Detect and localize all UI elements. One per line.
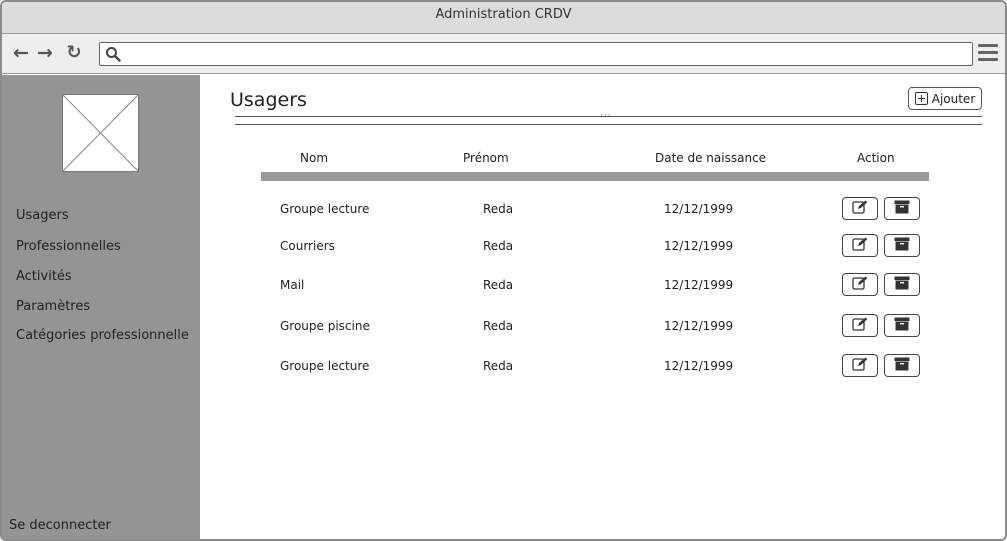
cell-prenom: Reda <box>483 359 514 373</box>
archive-button[interactable] <box>884 354 920 377</box>
address-bar[interactable] <box>99 42 973 66</box>
cell-nom: Courriers <box>280 239 335 253</box>
ellipsis-icon: ··· <box>600 111 612 121</box>
page-title: Usagers <box>230 89 307 111</box>
app-window: Administration CRDV ← → ↻ Usagers Profes… <box>0 0 1007 541</box>
search-icon <box>106 47 121 62</box>
archive-icon <box>894 317 910 335</box>
archive-icon <box>894 200 910 218</box>
cell-date: 12/12/1999 <box>664 359 734 373</box>
archive-icon <box>894 276 910 294</box>
cell-prenom: Reda <box>483 239 514 253</box>
column-header-prenom[interactable]: Prénom <box>463 151 509 165</box>
sidebar-item-usagers[interactable]: Usagers <box>16 208 69 223</box>
cell-date: 12/12/1999 <box>664 319 734 333</box>
edit-icon <box>852 200 868 218</box>
cell-date: 12/12/1999 <box>664 278 734 292</box>
sidebar-item-parametres[interactable]: Paramètres <box>16 299 90 314</box>
column-header-action: Action <box>857 151 895 165</box>
hamburger-menu-icon[interactable] <box>978 44 998 62</box>
archive-button[interactable] <box>884 234 920 257</box>
cell-nom: Groupe lecture <box>280 359 370 373</box>
archive-button[interactable] <box>884 197 920 220</box>
sidebar-item-activites[interactable]: Activités <box>16 269 72 284</box>
reload-icon[interactable]: ↻ <box>63 42 85 64</box>
edit-button[interactable] <box>842 234 878 257</box>
edit-button[interactable] <box>842 197 878 220</box>
arrow-right-icon[interactable]: → <box>34 42 56 64</box>
add-button[interactable]: Ajouter <box>908 87 982 110</box>
cell-nom: Groupe lecture <box>280 202 370 216</box>
logout-link[interactable]: Se deconnecter <box>9 518 111 533</box>
main-content: Usagers Ajouter ··· Nom Prénom Date de n… <box>200 75 1005 539</box>
edit-button[interactable] <box>842 314 878 337</box>
edit-button[interactable] <box>842 273 878 296</box>
archive-icon <box>894 237 910 255</box>
archive-button[interactable] <box>884 314 920 337</box>
add-button-label: Ajouter <box>931 91 976 106</box>
edit-icon <box>852 357 868 375</box>
window-title: Administration CRDV <box>2 2 1005 34</box>
edit-icon <box>852 276 868 294</box>
cell-date: 12/12/1999 <box>664 202 734 216</box>
column-header-nom[interactable]: Nom <box>300 151 328 165</box>
cell-nom: Mail <box>280 278 305 292</box>
cell-nom: Groupe piscine <box>280 319 370 333</box>
cell-date: 12/12/1999 <box>664 239 734 253</box>
edit-icon <box>852 317 868 335</box>
url-input[interactable] <box>126 45 966 63</box>
sidebar: Usagers Professionnelles Activités Param… <box>2 75 200 539</box>
archive-icon <box>894 357 910 375</box>
browser-toolbar: ← → ↻ <box>2 34 1005 74</box>
cell-prenom: Reda <box>483 202 514 216</box>
cell-prenom: Reda <box>483 278 514 292</box>
sidebar-item-categories[interactable]: Catégories professionnelle <box>16 328 189 343</box>
archive-button[interactable] <box>884 273 920 296</box>
edit-button[interactable] <box>842 354 878 377</box>
column-header-date[interactable]: Date de naissance <box>655 151 766 165</box>
edit-icon <box>852 237 868 255</box>
sidebar-item-professionnelles[interactable]: Professionnelles <box>16 239 121 254</box>
cell-prenom: Reda <box>483 319 514 333</box>
logo-image-placeholder <box>62 94 139 172</box>
divider <box>235 124 982 125</box>
arrow-left-icon[interactable]: ← <box>10 42 32 64</box>
table-header-bar <box>261 172 929 181</box>
plus-square-icon <box>914 92 928 105</box>
